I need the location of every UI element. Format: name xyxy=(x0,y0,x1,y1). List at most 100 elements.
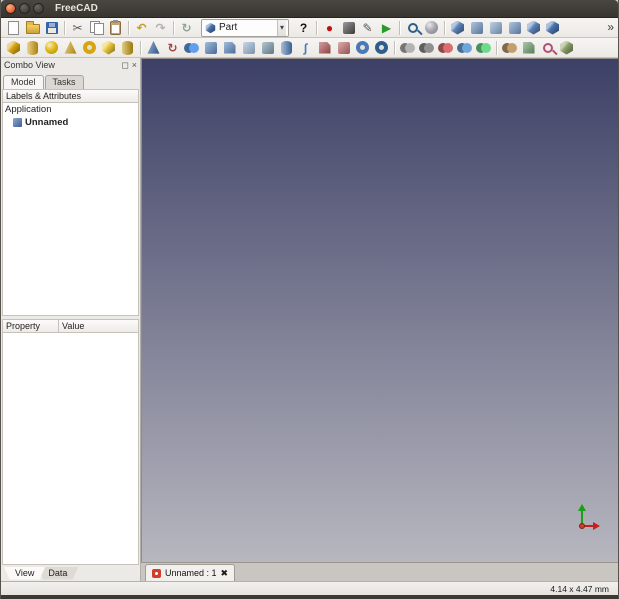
toolbar-separator xyxy=(64,20,65,35)
part-split-icon[interactable] xyxy=(520,39,538,57)
part-fillet-icon[interactable] xyxy=(202,39,220,57)
toolbar-separator xyxy=(444,20,445,35)
document-tab[interactable]: Unnamed : 1 ✖ xyxy=(145,564,236,581)
part-section-icon[interactable] xyxy=(316,39,334,57)
combo-view-panel: Combo View ◻ × Model Tasks Labels & Attr… xyxy=(1,58,141,581)
zoom-fit-all-icon[interactable] xyxy=(404,19,422,37)
part-torus-icon[interactable] xyxy=(81,39,99,57)
combo-view-header: Combo View ◻ × xyxy=(1,58,140,72)
part-box-icon[interactable] xyxy=(5,39,23,57)
tab-view[interactable]: View xyxy=(4,566,46,580)
part-defeaturing-icon[interactable] xyxy=(558,39,576,57)
part-boolean-icon[interactable] xyxy=(418,39,436,57)
part-ruled-surface-icon[interactable] xyxy=(259,39,277,57)
value-column-header: Value xyxy=(62,321,85,331)
window-title: FreeCAD xyxy=(55,3,98,14)
save-document-icon[interactable] xyxy=(43,19,61,37)
part-cut-icon[interactable] xyxy=(437,39,455,57)
view-right-icon[interactable] xyxy=(506,19,524,37)
part-intersection-icon[interactable] xyxy=(475,39,493,57)
tab-model[interactable]: Model xyxy=(3,75,44,89)
part-sweep-icon[interactable]: ∫ xyxy=(297,39,315,57)
standard-toolbar: ✂ ↶ ↷ ↻ Part ▾ ? ● ✎ ▶ » xyxy=(1,18,618,38)
workbench-cube-icon xyxy=(205,22,216,33)
property-table-body[interactable] xyxy=(2,333,139,565)
toolbar-separator xyxy=(128,20,129,35)
part-union-icon[interactable] xyxy=(456,39,474,57)
part-loft-icon[interactable] xyxy=(278,39,296,57)
maximize-window-button[interactable] xyxy=(33,3,44,14)
part-compound-icon[interactable] xyxy=(399,39,417,57)
property-table-header: Property Value xyxy=(2,319,139,333)
tab-tasks[interactable]: Tasks xyxy=(44,75,84,89)
part-revolve-icon[interactable]: ↻ xyxy=(164,39,182,57)
minimize-window-button[interactable] xyxy=(19,3,30,14)
combo-view-title: Combo View xyxy=(4,60,55,70)
float-panel-icon[interactable]: ◻ xyxy=(121,60,128,70)
toolbar-separator xyxy=(173,20,174,35)
part-shape-builder-icon[interactable] xyxy=(119,39,137,57)
close-panel-icon[interactable]: × xyxy=(132,60,137,70)
property-column-header: Property xyxy=(3,320,59,332)
toolbar-separator xyxy=(496,40,497,55)
refresh-icon[interactable]: ↻ xyxy=(178,19,196,37)
macro-stop-icon[interactable] xyxy=(340,19,358,37)
part-offset-icon[interactable] xyxy=(354,39,372,57)
view-axonometric-icon[interactable] xyxy=(544,19,562,37)
3d-viewport[interactable] xyxy=(141,58,618,562)
close-tab-icon[interactable]: ✖ xyxy=(221,568,229,579)
redo-icon[interactable]: ↷ xyxy=(152,19,170,37)
part-mirror-icon[interactable] xyxy=(183,39,201,57)
tree-item-application[interactable]: Application xyxy=(3,103,138,116)
close-window-button[interactable] xyxy=(5,3,16,14)
freecad-document-icon xyxy=(152,568,161,578)
part-extrude-icon[interactable] xyxy=(145,39,163,57)
axis-origin-icon xyxy=(579,523,585,529)
window-bottom-edge xyxy=(1,595,618,599)
workbench-selector[interactable]: Part ▾ xyxy=(201,18,289,37)
cut-icon[interactable]: ✂ xyxy=(69,19,87,37)
standard-toolbar-left: ✂ ↶ ↷ ↻ xyxy=(4,19,196,37)
toolbar-overflow-icon[interactable]: » xyxy=(607,20,614,34)
part-connect-icon[interactable] xyxy=(501,39,519,57)
view-rear-icon[interactable] xyxy=(525,19,543,37)
toolbar-separator xyxy=(140,40,141,55)
draw-style-icon[interactable] xyxy=(423,19,441,37)
part-chamfer-icon[interactable] xyxy=(221,39,239,57)
view-front-icon[interactable] xyxy=(468,19,486,37)
part-cross-sections-icon[interactable] xyxy=(335,39,353,57)
macro-record-icon[interactable]: ● xyxy=(321,19,339,37)
view-isometric-icon[interactable] xyxy=(449,19,467,37)
toolbar-separator xyxy=(399,20,400,35)
paste-icon[interactable] xyxy=(107,19,125,37)
whats-this-icon[interactable]: ? xyxy=(295,19,313,37)
axis-cross xyxy=(574,496,606,532)
part-toolbar-items: ↻ ∫ xyxy=(4,39,576,57)
part-thickness-icon[interactable] xyxy=(373,39,391,57)
part-cylinder-icon[interactable] xyxy=(24,39,42,57)
macro-execute-icon[interactable]: ▶ xyxy=(378,19,396,37)
part-check-geometry-icon[interactable] xyxy=(539,39,557,57)
part-sphere-icon[interactable] xyxy=(43,39,61,57)
document-tabbar: Unnamed : 1 ✖ xyxy=(141,562,618,581)
copy-icon[interactable] xyxy=(88,19,106,37)
part-toolbar: ↻ ∫ xyxy=(1,38,618,58)
macro-edit-icon[interactable]: ✎ xyxy=(359,19,377,37)
part-primitives-icon[interactable] xyxy=(100,39,118,57)
part-make-face-icon[interactable] xyxy=(240,39,258,57)
chevron-down-icon[interactable]: ▾ xyxy=(276,19,286,36)
new-document-icon[interactable] xyxy=(5,19,23,37)
tree-header: Labels & Attributes xyxy=(2,89,139,103)
freecad-window: FreeCAD ✂ ↶ ↷ ↻ Part ▾ ? ● ✎ ▶ » ↻ ∫ Combo View… xyxy=(0,0,619,599)
open-document-icon[interactable] xyxy=(24,19,42,37)
part-cone-icon[interactable] xyxy=(62,39,80,57)
tree-item-document[interactable]: Unnamed xyxy=(3,116,138,129)
toolbar-separator xyxy=(316,20,317,35)
status-bar: 4.14 x 4.47 mm xyxy=(1,581,618,595)
combo-view-tabs: Model Tasks xyxy=(1,72,140,89)
undo-icon[interactable]: ↶ xyxy=(133,19,151,37)
toolbar-separator xyxy=(394,40,395,55)
titlebar[interactable]: FreeCAD xyxy=(1,0,618,18)
standard-toolbar-right: ? ● ✎ ▶ xyxy=(294,19,562,37)
view-top-icon[interactable] xyxy=(487,19,505,37)
